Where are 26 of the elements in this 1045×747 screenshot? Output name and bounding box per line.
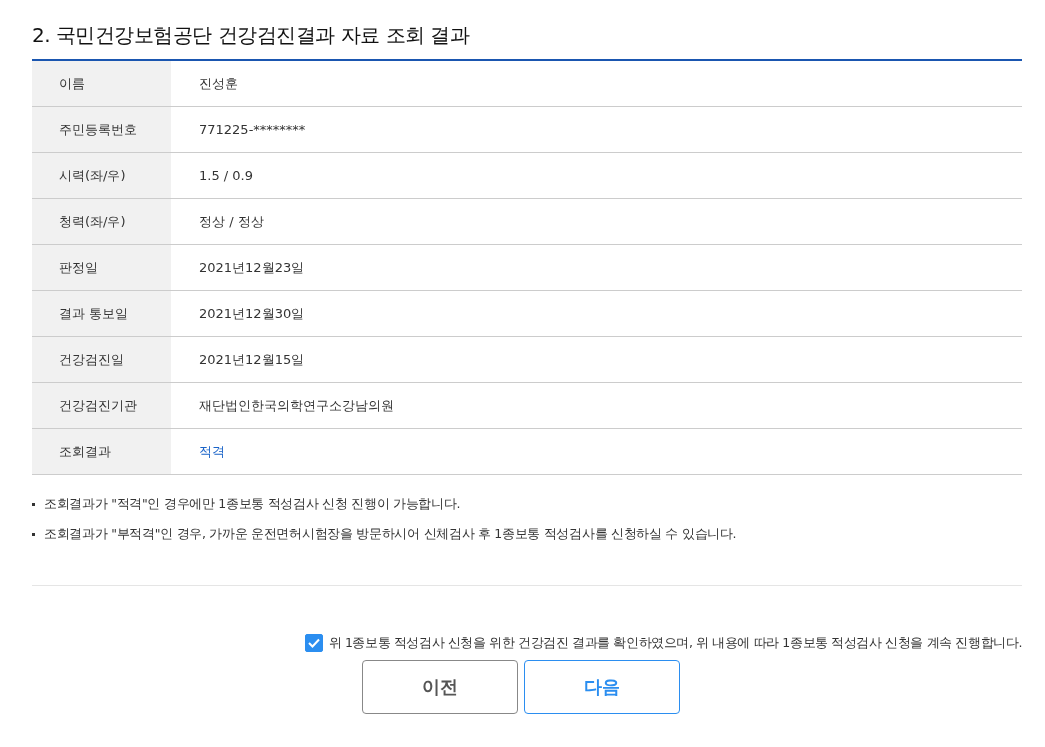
previous-button[interactable]: 이전: [362, 660, 518, 714]
table-header-cell: 판정일: [32, 245, 171, 290]
note-text: 조회결과가 "부적격"인 경우, 가까운 운전면허시험장을 방문하시어 신체검사 후 1종보통 적성검사를 신청하실 수 있습니다.: [44, 525, 737, 543]
table-cell-text: 재단법인한국의학연구소강남의원: [198, 396, 395, 415]
section-title: 2. 국민건강보험공단 건강검진결과 자료 조회 결과: [32, 22, 471, 49]
table-cell-text: 2021년12월30일: [198, 304, 306, 323]
note-text: 조회결과가 "적격"인 경우에만 1종보통 적성검사 신청 진행이 가능합니다.: [44, 495, 461, 513]
table-header-cell: 조회결과: [32, 429, 171, 474]
table-header-cell: 건강검진일: [32, 337, 171, 382]
checkbox[interactable]: [304, 634, 323, 652]
table-cell-text: 1.5 / 0.9: [198, 167, 254, 185]
table-header-cell: 시력(좌/우): [32, 153, 171, 198]
bullet-icon: [32, 502, 35, 506]
table-cell-text: 정상 / 정상: [198, 212, 265, 231]
bullet-icon: [32, 532, 35, 536]
table-cell-text: 진성훈: [198, 74, 239, 93]
table-header-cell: 청력(좌/우): [32, 199, 171, 244]
table-header-cell: 주민등록번호: [32, 107, 171, 152]
table-cell-text: 2021년12월23일: [198, 258, 306, 277]
table-cell-text: 적격: [198, 442, 226, 461]
table-cell-text: 2021년12월15일: [198, 350, 306, 369]
table-header-cell: 결과 통보일: [32, 291, 171, 336]
table-header-cell: 이름: [32, 61, 171, 106]
agreement-label: 위 1종보통 적성검사 신청을 위한 건강검진 결과를 확인하였으며, 위 내용에 따라 1종보통 적성검사 신청을 계속 진행합니다.: [328, 634, 1022, 652]
table-header-cell: 건강검진기관: [32, 383, 171, 428]
table-cell-text: 771225-********: [198, 121, 307, 139]
